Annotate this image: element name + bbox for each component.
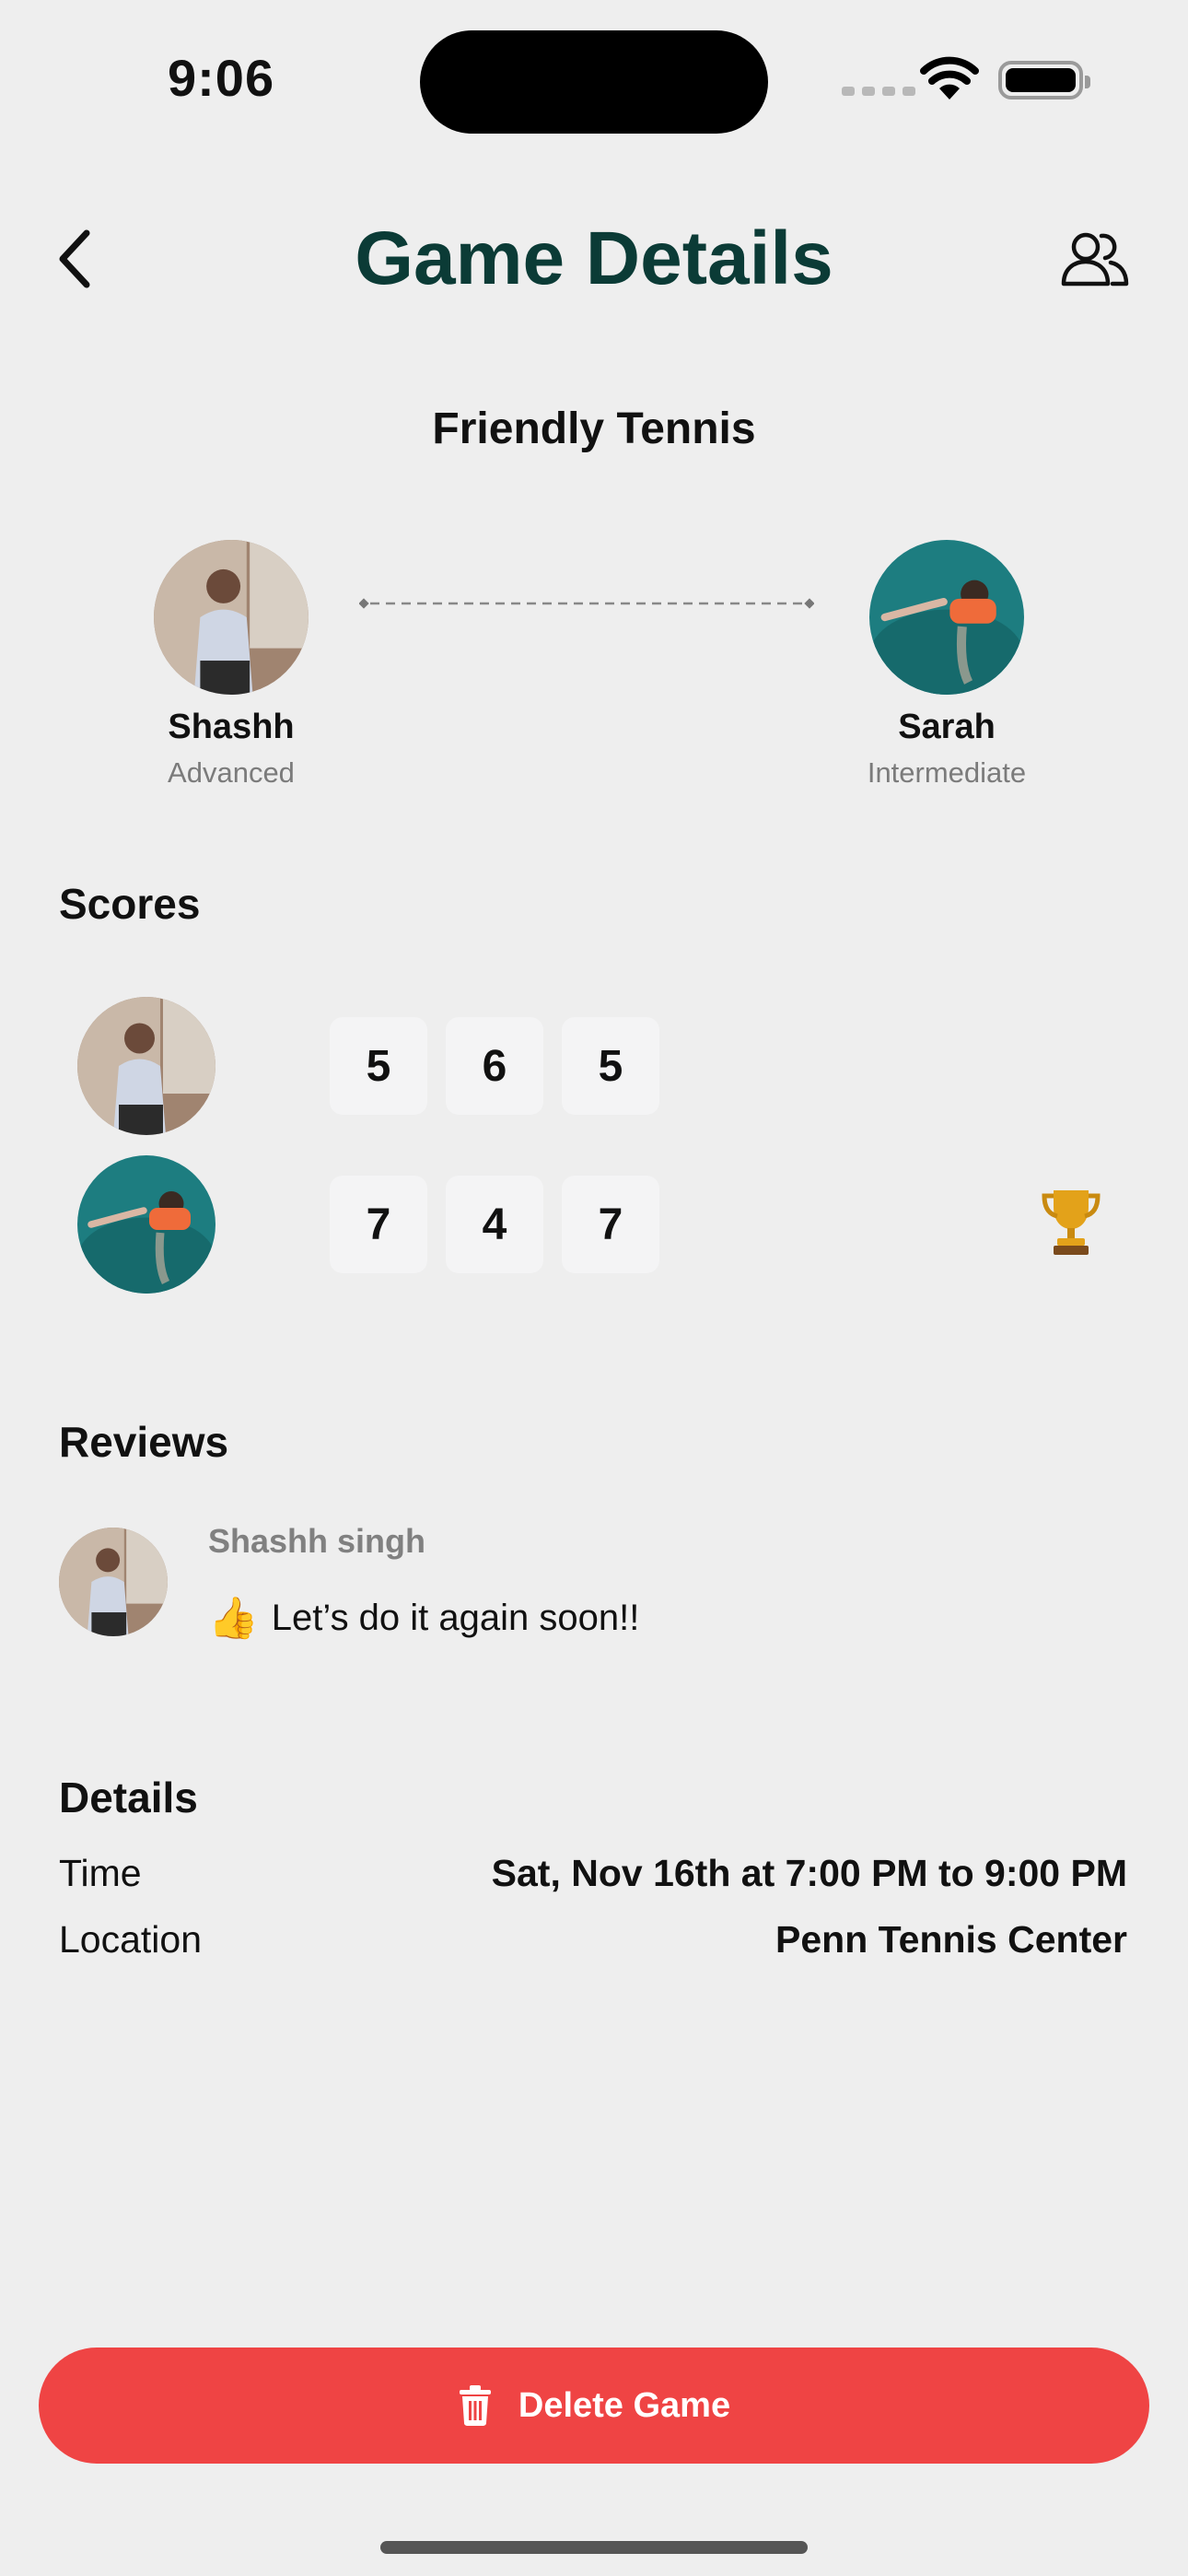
cellular-signal-icon — [842, 87, 915, 96]
scores-heading: Scores — [59, 880, 201, 928]
thumbs-up-icon: 👍 — [208, 1596, 259, 1641]
trash-icon — [459, 2385, 491, 2426]
details-heading: Details — [59, 1774, 198, 1821]
player-level: Advanced — [168, 756, 295, 789]
reviews-heading: Reviews — [59, 1418, 229, 1466]
set-score: 4 — [446, 1176, 543, 1273]
page-title: Game Details — [355, 217, 833, 300]
player-level: Intermediate — [867, 756, 1027, 789]
review-author: Shashh singh — [208, 1522, 426, 1560]
detail-value: Penn Tennis Center — [775, 1918, 1127, 1961]
detail-row-location: Location Penn Tennis Center — [59, 1918, 1127, 1961]
avatar — [77, 1155, 215, 1294]
detail-row-time: Time Sat, Nov 16th at 7:00 PM to 9:00 PM — [59, 1852, 1127, 1895]
detail-label: Location — [59, 1918, 203, 1961]
participants-button[interactable] — [1061, 230, 1129, 287]
home-indicator[interactable] — [380, 2541, 808, 2554]
battery-icon — [998, 61, 1090, 100]
avatar — [77, 997, 215, 1135]
score-row: 7 4 7 — [77, 1155, 659, 1294]
set-score: 7 — [562, 1176, 659, 1273]
versus-connector — [359, 598, 814, 609]
reviewer-avatar — [59, 1528, 168, 1636]
detail-label: Time — [59, 1852, 142, 1894]
trophy-icon — [1042, 1190, 1101, 1255]
player-name: Shashh — [168, 708, 295, 746]
wifi-icon — [920, 56, 979, 100]
review-text: Let’s do it again soon!! — [271, 1597, 640, 1638]
detail-value: Sat, Nov 16th at 7:00 PM to 9:00 PM — [491, 1852, 1127, 1894]
score-row: 5 6 5 — [77, 997, 659, 1135]
status-time: 9:06 — [168, 49, 275, 107]
set-score: 5 — [562, 1017, 659, 1115]
review-body: 👍 Let’s do it again soon!! — [208, 1594, 639, 1642]
set-score: 7 — [330, 1176, 427, 1273]
people-icon — [1061, 232, 1129, 287]
set-score: 6 — [446, 1017, 543, 1115]
game-details-screen: 9:06 Game Details Friendly Tennis Shashh… — [0, 0, 1188, 2576]
delete-label: Delete Game — [518, 2385, 731, 2425]
avatar — [869, 540, 1024, 695]
player-name: Sarah — [898, 708, 996, 746]
avatar — [154, 540, 309, 695]
game-name: Friendly Tennis — [432, 404, 756, 453]
player-card-1[interactable]: Shashh Advanced — [111, 540, 351, 790]
player-card-2[interactable]: Sarah Intermediate — [827, 540, 1066, 790]
dynamic-island — [420, 30, 768, 134]
delete-game-button[interactable]: Delete Game — [39, 2348, 1149, 2464]
set-score: 5 — [330, 1017, 427, 1115]
